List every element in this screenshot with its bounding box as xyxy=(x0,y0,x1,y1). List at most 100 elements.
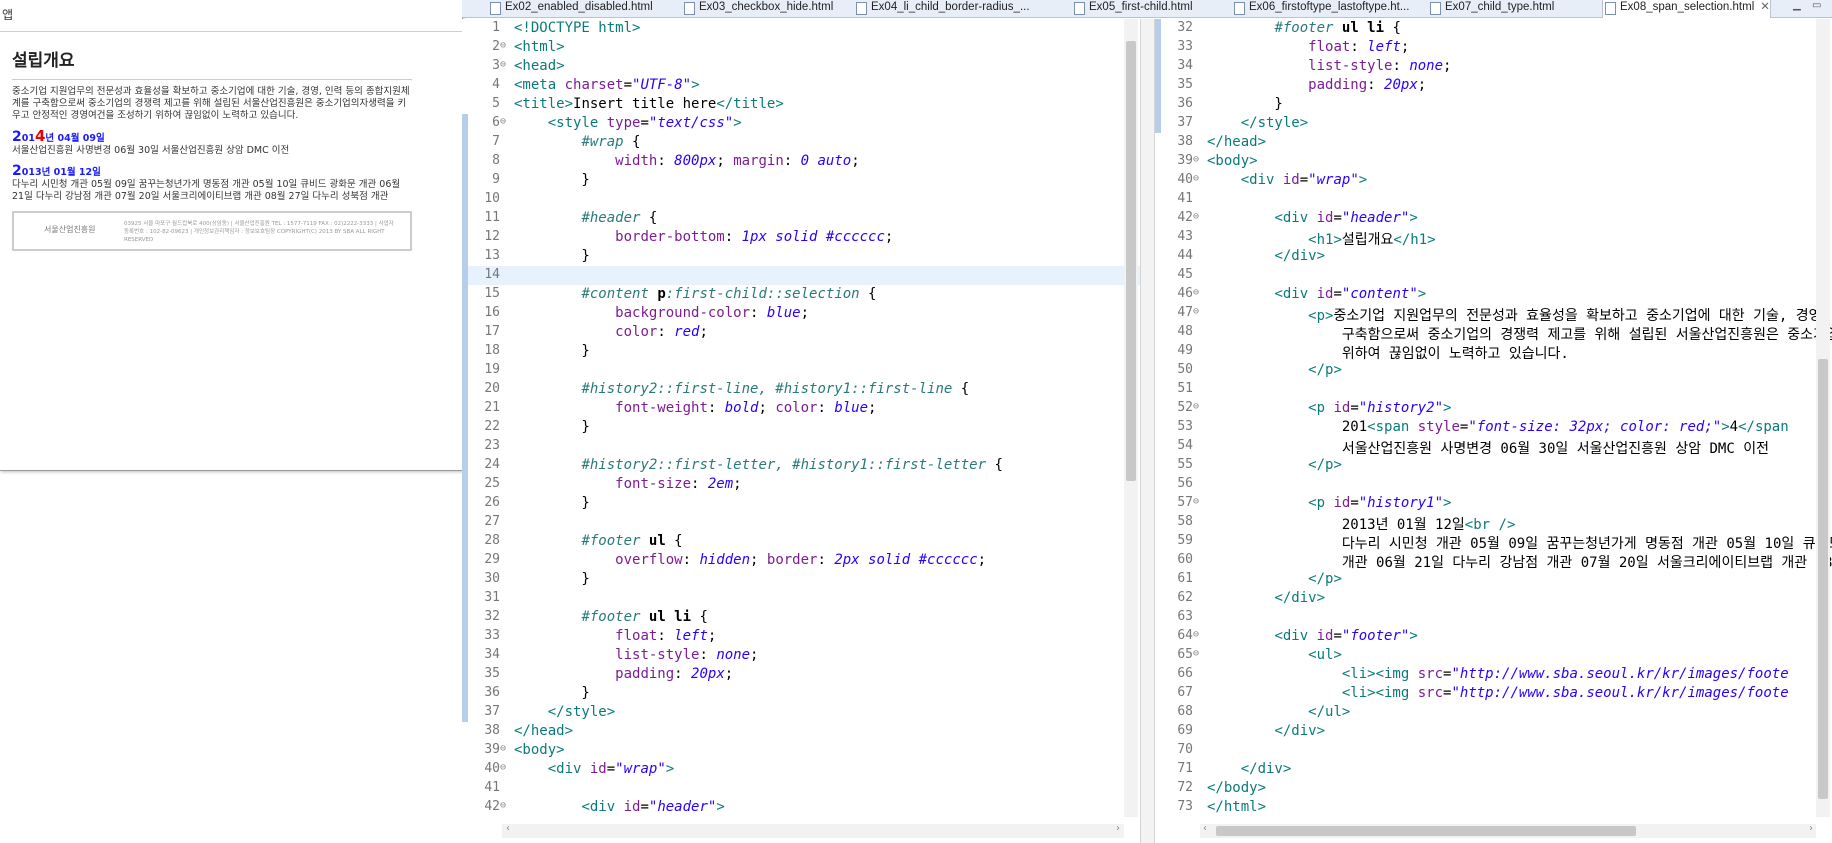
code-line[interactable]: 40 ⊖ <div id="wrap"> xyxy=(462,760,1140,779)
left-vscroll-thumb[interactable] xyxy=(1126,41,1136,481)
code-line[interactable]: 31 xyxy=(462,589,1140,608)
code-line[interactable]: 70 xyxy=(1155,741,1832,760)
code-line[interactable]: 21 font-weight: bold; color: blue; xyxy=(462,399,1140,418)
code-line[interactable]: 39 ⊖ <body> xyxy=(462,741,1140,760)
code-line[interactable]: 59 다누리 시민청 개관 05월 09일 꿈꾸는청년가게 명동점 개관 05월… xyxy=(1155,532,1832,552)
code-line[interactable]: 18 } xyxy=(462,342,1140,361)
code-line[interactable]: 4 <meta charset="UTF-8"> xyxy=(462,76,1140,95)
code-line[interactable]: 6 ⊖ <style type="text/css"> xyxy=(462,114,1140,133)
fold-toggle-icon[interactable]: ⊖ xyxy=(500,59,512,70)
code-line[interactable]: 33 float: left; xyxy=(462,627,1140,646)
scroll-left-icon[interactable]: ‹ xyxy=(1203,823,1207,834)
code-line[interactable]: 38 </head> xyxy=(1155,133,1832,152)
left-hscroll-track[interactable]: ‹ › xyxy=(502,823,1124,838)
code-line[interactable]: 34 list-style: none; xyxy=(1155,57,1832,76)
fold-toggle-icon[interactable]: ⊖ xyxy=(500,40,512,51)
code-line[interactable]: 35 padding: 20px; xyxy=(462,665,1140,684)
code-line[interactable]: 2 ⊖ <html> xyxy=(462,38,1140,57)
code-line[interactable]: 72 </body> xyxy=(1155,779,1832,798)
left-code-editor[interactable]: 1 <!DOCTYPE html> 2 ⊖ <html> 3 ⊖ <head> 4 <meta c… xyxy=(462,19,1140,823)
code-line[interactable]: 1 <!DOCTYPE html> xyxy=(462,19,1140,38)
code-line[interactable]: 12 border-bottom: 1px solid #cccccc; xyxy=(462,228,1140,247)
code-line[interactable]: 46 ⊖ <div id="content"> xyxy=(1155,285,1832,304)
code-line[interactable]: 27 xyxy=(462,513,1140,532)
code-line[interactable]: 60 개관 06월 21일 다누리 강남점 개관 07월 20일 서울크리에이티… xyxy=(1155,551,1832,571)
left-vertical-scrollbar[interactable] xyxy=(1124,19,1138,817)
code-line[interactable]: 50 </p> xyxy=(1155,361,1832,380)
code-line[interactable]: 39 ⊖ <body> xyxy=(1155,152,1832,171)
code-line[interactable]: 37 </style> xyxy=(1155,114,1832,133)
code-line[interactable]: 61 </p> xyxy=(1155,570,1832,589)
fold-toggle-icon[interactable]: ⊖ xyxy=(1193,154,1205,165)
code-line[interactable]: 41 xyxy=(462,779,1140,798)
code-line[interactable]: 10 xyxy=(462,190,1140,209)
code-line[interactable]: 63 xyxy=(1155,608,1832,627)
code-line[interactable]: 41 xyxy=(1155,190,1832,209)
fold-toggle-icon[interactable]: ⊖ xyxy=(1193,287,1205,298)
code-line[interactable]: 42 ⊖ <div id="header"> xyxy=(1155,209,1832,228)
code-line[interactable]: 11 #header { xyxy=(462,209,1140,228)
code-line[interactable]: 23 xyxy=(462,437,1140,456)
right-hscroll-thumb[interactable] xyxy=(1216,826,1636,836)
code-line[interactable]: 42 ⊖ <div id="header"> xyxy=(462,798,1140,817)
code-line[interactable]: 9 } xyxy=(462,171,1140,190)
tab-ex03[interactable]: Ex03_checkbox_hide.html xyxy=(682,0,833,17)
tab-ex02[interactable]: Ex02_enabled_disabled.html xyxy=(488,0,653,17)
right-code-editor[interactable]: 32 #footer ul li {33 float: left; 34 list… xyxy=(1155,19,1832,823)
code-line[interactable]: 29 overflow: hidden; border: 2px solid #… xyxy=(462,551,1140,570)
right-hscroll-track[interactable]: ‹ › xyxy=(1200,823,1816,838)
code-line[interactable]: 25 font-size: 2em; xyxy=(462,475,1140,494)
code-line[interactable]: 8 width: 800px; margin: 0 auto; xyxy=(462,152,1140,171)
code-line[interactable]: 68 </ul> xyxy=(1155,703,1832,722)
code-line[interactable]: 44 </div> xyxy=(1155,247,1832,266)
code-line[interactable]: 26 } xyxy=(462,494,1140,513)
fold-toggle-icon[interactable]: ⊖ xyxy=(1193,401,1205,412)
preview-window-titlebar[interactable]: 앱 xyxy=(0,0,462,32)
code-line[interactable]: 34 list-style: none; xyxy=(462,646,1140,665)
scroll-right-icon[interactable]: › xyxy=(1116,823,1120,834)
right-vertical-scrollbar[interactable] xyxy=(1816,19,1830,817)
code-line[interactable]: 38 </head> xyxy=(462,722,1140,741)
fold-toggle-icon[interactable]: ⊖ xyxy=(1193,173,1205,184)
code-line[interactable]: 64 ⊖ <div id="footer"> xyxy=(1155,627,1832,646)
fold-toggle-icon[interactable]: ⊖ xyxy=(1193,648,1205,659)
right-vscroll-thumb[interactable] xyxy=(1818,359,1828,799)
code-line[interactable]: 66 <li><img src="http://www.sba.seoul.kr… xyxy=(1155,665,1832,684)
close-icon[interactable]: ✕ xyxy=(1760,1,1770,13)
code-line[interactable]: 7 #wrap { xyxy=(462,133,1140,152)
code-line[interactable]: 33 float: left; xyxy=(1155,38,1832,57)
fold-toggle-icon[interactable]: ⊖ xyxy=(500,762,512,773)
scroll-right-icon[interactable]: › xyxy=(1809,823,1813,834)
code-line[interactable]: 65 ⊖ <ul> xyxy=(1155,646,1832,665)
code-line[interactable]: 32 #footer ul li { xyxy=(462,608,1140,627)
code-line[interactable]: 17 color: red; xyxy=(462,323,1140,342)
code-line[interactable]: 53 201<span style="font-size: 32px; colo… xyxy=(1155,418,1832,437)
code-line[interactable]: 48 구축함으로써 중소기업의 경쟁력 제고를 위해 설립된 서울산업진흥원은 … xyxy=(1155,323,1832,343)
code-line[interactable]: 57 ⊖ <p id="history1"> xyxy=(1155,494,1832,513)
code-line[interactable]: 5 <title>Insert title here</title> xyxy=(462,95,1140,114)
code-line[interactable]: 54 서울산업진흥원 사명변경 06월 30일 서울산업진흥원 상암 DMC 이… xyxy=(1155,437,1832,457)
code-line[interactable]: 37 </style> xyxy=(462,703,1140,722)
code-line[interactable]: 56 xyxy=(1155,475,1832,494)
code-line[interactable]: 3 ⊖ <head> xyxy=(462,57,1140,76)
code-line[interactable]: 45 xyxy=(1155,266,1832,285)
tab-ex04[interactable]: Ex04_li_child_border-radius_... xyxy=(854,0,1030,17)
code-line[interactable]: 69 </div> xyxy=(1155,722,1832,741)
code-line[interactable]: 35 padding: 20px; xyxy=(1155,76,1832,95)
code-line[interactable]: 28 #footer ul { xyxy=(462,532,1140,551)
code-line[interactable]: 36 } xyxy=(1155,95,1832,114)
code-line[interactable]: 62 </div> xyxy=(1155,589,1832,608)
code-line[interactable]: 71 </div> xyxy=(1155,760,1832,779)
code-line[interactable]: 30 } xyxy=(462,570,1140,589)
code-line[interactable]: 22 } xyxy=(462,418,1140,437)
code-line[interactable]: 15 #content p:first-child::selection { xyxy=(462,285,1140,304)
code-line[interactable]: 24 #history2::first-letter, #history1::f… xyxy=(462,456,1140,475)
code-line[interactable]: 67 <li><img src="http://www.sba.seoul.kr… xyxy=(1155,684,1832,703)
maximize-icon[interactable]: ▭ xyxy=(1812,0,1821,11)
minimize-icon[interactable]: ▁ xyxy=(1793,0,1801,11)
scroll-left-icon[interactable]: ‹ xyxy=(506,823,510,834)
code-line[interactable]: 20 #history2::first-line, #history1::fir… xyxy=(462,380,1140,399)
code-line[interactable]: 13 } xyxy=(462,247,1140,266)
fold-toggle-icon[interactable]: ⊖ xyxy=(1193,496,1205,507)
fold-toggle-icon[interactable]: ⊖ xyxy=(1193,629,1205,640)
